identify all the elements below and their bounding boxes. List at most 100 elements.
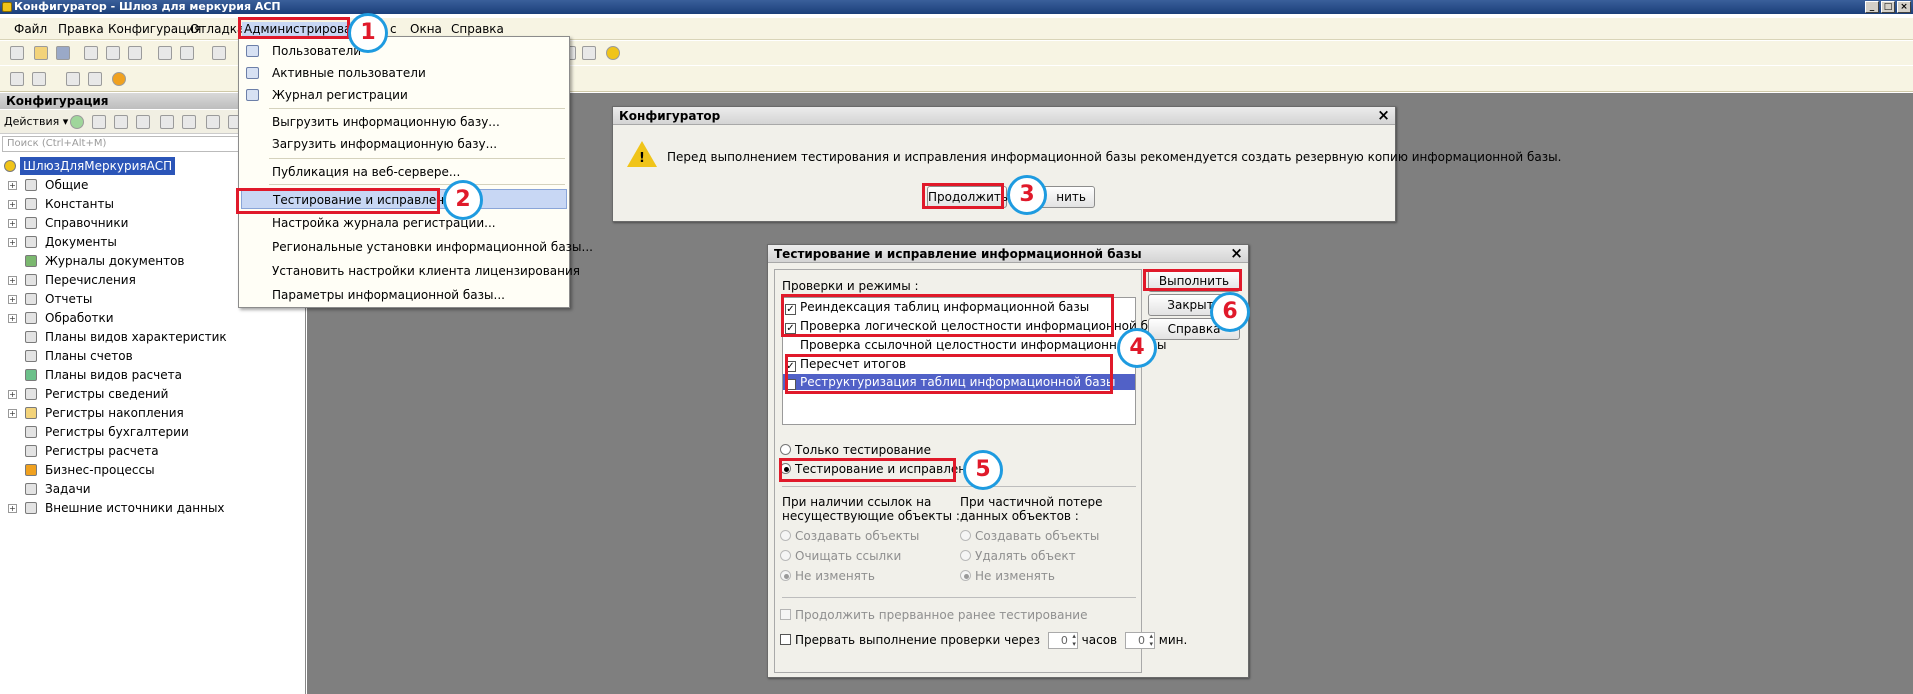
expand-icon[interactable]: + <box>8 313 17 323</box>
tree-item-data-processors[interactable]: + Обработки <box>8 309 114 327</box>
refs-clear-links[interactable]: Очищать ссылки <box>780 548 901 564</box>
tree-item-documents[interactable]: + Документы <box>8 233 117 251</box>
expand-icon[interactable]: + <box>8 218 17 228</box>
sort-icon[interactable] <box>206 115 220 129</box>
loss-create-objects[interactable]: Создавать объекты <box>960 528 1099 544</box>
radio-on[interactable] <box>960 570 971 581</box>
menu-item-users[interactable]: Пользователи <box>239 41 569 61</box>
table-icon[interactable] <box>88 72 102 86</box>
expand-icon[interactable]: + <box>8 199 17 209</box>
copy-item-icon[interactable] <box>114 115 128 129</box>
window-titlebar: Конфигуратор - Шлюз для меркурия АСП _ □… <box>0 0 1913 14</box>
compare-icon[interactable] <box>66 72 80 86</box>
edit-icon[interactable] <box>92 115 106 129</box>
refs-do-not-change[interactable]: Не изменять <box>780 568 875 584</box>
expand-icon[interactable]: + <box>8 180 17 190</box>
expand-icon[interactable]: + <box>8 503 17 513</box>
undo-icon[interactable] <box>212 46 226 60</box>
tree-item-enums[interactable]: + Перечисления <box>8 271 136 289</box>
open-folder-icon[interactable] <box>34 46 48 60</box>
move-up-icon[interactable] <box>160 115 174 129</box>
expand-icon[interactable]: + <box>8 389 17 399</box>
menu-edit[interactable]: Правка <box>58 22 104 36</box>
interrupt-check[interactable]: Прервать выполнение проверки через 0 час… <box>780 631 1187 650</box>
tree-item-constants[interactable]: + Константы <box>8 195 114 213</box>
close-icon[interactable]: × <box>1376 108 1391 123</box>
processors-icon <box>25 312 37 324</box>
save-icon[interactable] <box>56 46 70 60</box>
tree-item-chart-of-accounts[interactable]: Планы счетов <box>8 347 133 365</box>
radio-off[interactable] <box>780 530 791 541</box>
new-document-icon[interactable] <box>10 46 24 60</box>
tree-item-catalogs[interactable]: + Справочники <box>8 214 128 232</box>
tree-item-external-data-sources[interactable]: + Внешние источники данных <box>8 499 225 517</box>
move-down-icon[interactable] <box>182 115 196 129</box>
tree-item-calculation-registers[interactable]: Регистры расчета <box>8 442 159 460</box>
close-icon[interactable]: × <box>1229 246 1244 261</box>
hours-stepper[interactable]: 0 <box>1047 632 1078 649</box>
tree-item-chart-of-characteristic-types[interactable]: Планы видов характеристик <box>8 328 227 346</box>
add-icon[interactable] <box>70 115 84 129</box>
refs-create-objects[interactable]: Создавать объекты <box>780 528 919 544</box>
minutes-stepper[interactable]: 0 <box>1124 632 1155 649</box>
database-config-icon[interactable] <box>32 72 46 86</box>
copy-icon[interactable] <box>106 46 120 60</box>
expand-icon[interactable]: + <box>8 294 17 304</box>
print-preview-icon[interactable] <box>180 46 194 60</box>
actions-menu[interactable]: Действия ▾ <box>4 115 68 128</box>
tree-item-accounting-registers[interactable]: Регистры бухгалтерии <box>8 423 189 441</box>
menu-item-dump-infobase[interactable]: Выгрузить информационную базу... <box>239 112 569 132</box>
menu-help[interactable]: Справка <box>451 22 504 36</box>
radio-off[interactable] <box>960 530 971 541</box>
tree-root[interactable]: ШлюзДляМеркурияАСП <box>4 157 176 175</box>
menu-windows[interactable]: Окна <box>410 22 442 36</box>
menu-item-web-publish[interactable]: Публикация на веб-сервере... <box>239 162 569 182</box>
cut-icon[interactable] <box>84 46 98 60</box>
radio-off[interactable] <box>780 444 791 455</box>
expand-icon[interactable]: + <box>8 408 17 418</box>
menu-item-regional-settings[interactable]: Региональные установки информационной ба… <box>239 237 593 257</box>
mode-test-only[interactable]: Только тестирование <box>780 442 931 458</box>
menu-configuration[interactable]: Конфигурация <box>108 22 201 36</box>
menu-debug[interactable]: Отладка <box>190 22 244 36</box>
checkbox-unchecked[interactable] <box>780 609 791 620</box>
tree-item-information-registers[interactable]: + Регистры сведений <box>8 385 168 403</box>
maximize-button[interactable]: □ <box>1881 1 1895 13</box>
loss-delete-object[interactable]: Удалять объект <box>960 548 1076 564</box>
paste-icon[interactable] <box>128 46 142 60</box>
menu-service[interactable]: с <box>390 22 397 36</box>
check-referential-integrity[interactable]: Проверка ссылочной целостности информаци… <box>785 337 1166 353</box>
tree-item-tasks[interactable]: Задачи <box>8 480 91 498</box>
minimize-button[interactable]: _ <box>1865 1 1879 13</box>
close-button[interactable]: × <box>1897 1 1911 13</box>
expand-icon[interactable]: + <box>8 275 17 285</box>
radio-off[interactable] <box>960 550 971 561</box>
tree-item-accumulation-registers[interactable]: + Регистры накопления <box>8 404 184 422</box>
config-tree-icon[interactable] <box>10 72 24 86</box>
menu-item-infobase-parameters[interactable]: Параметры информационной базы... <box>239 285 569 305</box>
expand-icon[interactable]: + <box>8 237 17 247</box>
tree-item-business-processes[interactable]: Бизнес-процессы <box>8 461 155 479</box>
tree-item-reports[interactable]: + Отчеты <box>8 290 92 308</box>
syntax-helper-icon[interactable] <box>582 46 596 60</box>
enums-icon <box>25 274 37 286</box>
menu-item-event-log[interactable]: Журнал регистрации <box>239 85 569 105</box>
info-icon[interactable] <box>606 46 620 60</box>
loss-do-not-change[interactable]: Не изменять <box>960 568 1055 584</box>
menu-item-load-infobase[interactable]: Загрузить информационную базу... <box>239 134 569 154</box>
menu-item-active-users[interactable]: Активные пользователи <box>239 63 569 83</box>
tree-item-chart-of-calculation-types[interactable]: Планы видов расчета <box>8 366 182 384</box>
menu-item-event-log-settings[interactable]: Настройка журнала регистрации... <box>239 213 569 233</box>
delete-icon[interactable] <box>136 115 150 129</box>
run-debug-icon[interactable] <box>112 72 126 86</box>
menu-file[interactable]: Файл <box>14 22 47 36</box>
minutes-label: мин. <box>1158 633 1188 647</box>
radio-on[interactable] <box>780 570 791 581</box>
tree-item-common[interactable]: + Общие <box>8 176 88 194</box>
menu-item-license-client-settings[interactable]: Установить настройки клиента лицензирова… <box>239 261 580 281</box>
checkbox-unchecked[interactable] <box>780 634 791 645</box>
print-icon[interactable] <box>158 46 172 60</box>
tree-item-document-journals[interactable]: Журналы документов <box>8 252 184 270</box>
continue-interrupted-check[interactable]: Продолжить прерванное ранее тестирование <box>780 607 1087 623</box>
radio-off[interactable] <box>780 550 791 561</box>
